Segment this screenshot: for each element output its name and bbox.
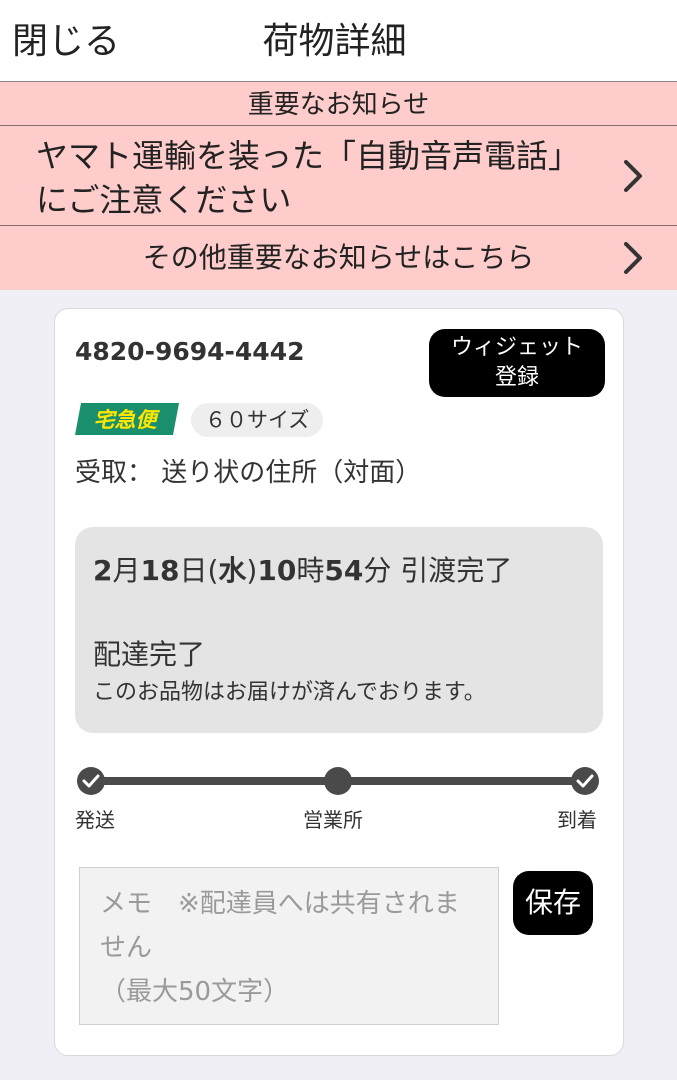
notice-more-link[interactable]: その他重要なお知らせはこちら xyxy=(0,226,677,290)
step-label-dispatch: 発送 xyxy=(75,808,115,832)
takkyubin-logo: 宅急便 xyxy=(75,403,179,435)
notice-item-automated-call[interactable]: ヤマト運輸を装った「自動音声電話」にご注意ください xyxy=(0,126,677,226)
widget-label-line1: ウィジェット xyxy=(450,335,583,360)
receive-value: 送り状の住所（対面） xyxy=(161,458,422,488)
status-box: 2月18日(水)10時54分 引渡完了 配達完了 このお品物はお届けが済んでおり… xyxy=(75,527,603,733)
step-arrival-check-icon xyxy=(571,767,599,795)
memo-input[interactable]: メモ ※配達員へは共有されません （最大50文字） xyxy=(79,867,499,1025)
tracking-number: 4820-9694-4442 xyxy=(75,337,305,366)
save-button[interactable]: 保存 xyxy=(513,871,593,935)
step-dispatch-check-icon xyxy=(77,767,105,795)
step-label-office: 営業所 xyxy=(303,808,363,832)
step-office-dot-icon xyxy=(324,767,352,795)
page-title: 荷物詳細 xyxy=(262,21,407,62)
size-badge: ６０サイズ xyxy=(191,403,324,437)
widget-register-button[interactable]: ウィジェット 登録 xyxy=(429,329,605,397)
status-description: このお品物はお届けが済んでおります。 xyxy=(93,680,486,705)
chevron-right-icon xyxy=(623,159,643,193)
widget-label-line2: 登録 xyxy=(494,365,539,390)
delivery-progress: 発送 営業所 到着 xyxy=(75,761,605,835)
status-datetime: 2月18日(水)10時54分 引渡完了 xyxy=(93,554,513,587)
step-label-arrival: 到着 xyxy=(557,808,597,832)
header-bar: 閉じる 荷物詳細 xyxy=(0,0,677,82)
notice-item-label: ヤマト運輸を装った「自動音声電話」にご注意ください xyxy=(36,137,565,219)
package-card: 4820-9694-4442 ウィジェット 登録 宅急便 ６０サイズ 受取： 送… xyxy=(54,308,624,1056)
status-event: 引渡完了 xyxy=(400,554,513,587)
notice-title: 重要なお知らせ xyxy=(0,82,677,126)
status-main: 配達完了 xyxy=(93,638,206,671)
important-notice: 重要なお知らせ ヤマト運輸を装った「自動音声電話」にご注意ください その他重要な… xyxy=(0,82,677,290)
receive-info: 受取： 送り状の住所（対面） xyxy=(75,455,421,491)
service-name: 宅急便 xyxy=(94,408,161,432)
receive-label: 受取： xyxy=(75,458,154,488)
chevron-right-icon xyxy=(623,241,643,275)
notice-more-label: その他重要なお知らせはこちら xyxy=(142,241,535,274)
